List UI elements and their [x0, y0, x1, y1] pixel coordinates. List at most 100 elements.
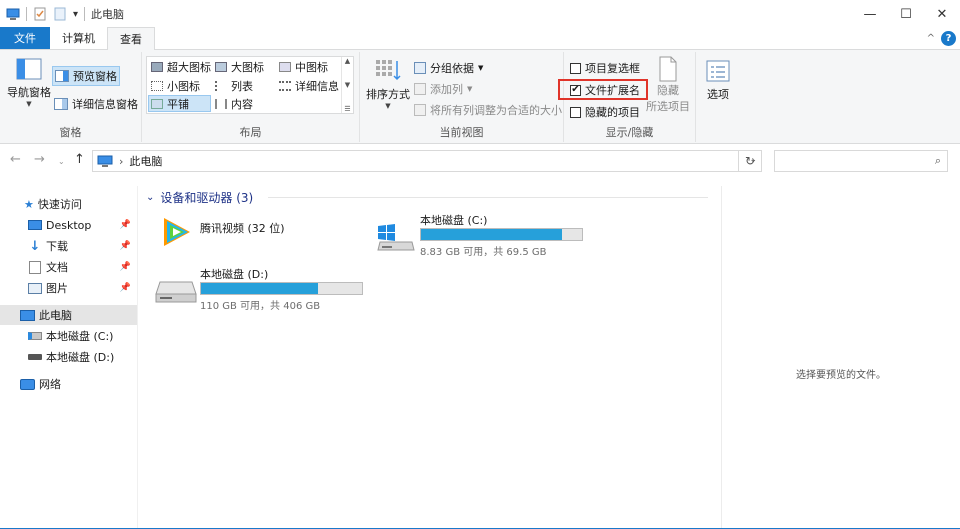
scroll-down-icon[interactable]: ▼: [345, 81, 350, 89]
pin-icon[interactable]: 📌: [120, 241, 131, 251]
section-header-devices[interactable]: ⌄ 设备和驱动器 (3): [146, 189, 253, 206]
sidebar-item-network[interactable]: 网络: [0, 374, 137, 394]
hide-selected-icon: [659, 56, 677, 82]
pictures-icon: [28, 282, 42, 294]
ribbon-tabs: 文件 计算机 查看 ^ ?: [0, 27, 960, 50]
list-icon: [215, 80, 227, 91]
sidebar-item-pictures[interactable]: 图片 📌: [0, 278, 137, 298]
pane-splitter[interactable]: [137, 186, 138, 529]
close-button[interactable]: ✕: [924, 0, 960, 28]
sidebar-label: 下载: [46, 240, 68, 253]
add-columns-button[interactable]: 添加列 ▼: [414, 81, 472, 97]
breadcrumb-this-pc[interactable]: 此电脑: [129, 153, 162, 169]
tencent-video-logo-icon: [164, 218, 190, 246]
layout-label: 内容: [231, 97, 253, 111]
layout-details[interactable]: 详细信息: [277, 77, 341, 94]
layout-scrollbar[interactable]: ▲ ▼ ☰: [341, 57, 353, 113]
divider: [26, 7, 27, 21]
details-pane-button[interactable]: 详细信息窗格: [54, 96, 138, 112]
hidden-items-toggle[interactable]: 隐藏的项目: [570, 104, 640, 120]
drive-d-usage-bar: [200, 282, 363, 295]
properties-icon[interactable]: [33, 7, 47, 21]
size-all-columns-label: 将所有列调整为合适的大小: [430, 104, 562, 117]
collapse-ribbon-icon[interactable]: ^: [927, 33, 935, 44]
size-all-columns-button[interactable]: 将所有列调整为合适的大小: [414, 102, 562, 118]
computer-icon: [6, 8, 20, 20]
expand-gallery-icon[interactable]: ☰: [344, 105, 350, 113]
sidebar-label: 此电脑: [39, 309, 72, 322]
qa-dropdown-icon[interactable]: ▾: [73, 9, 78, 20]
layout-list[interactable]: 列表: [213, 77, 255, 94]
recent-dropdown-icon[interactable]: ⌄: [58, 157, 65, 166]
up-arrow-icon[interactable]: ↑: [74, 152, 85, 167]
chevron-down-icon[interactable]: ⌄: [146, 192, 154, 203]
tencent-video-item[interactable]: 腾讯视频 (32 位): [156, 212, 356, 252]
drive-d-space-info: 110 GB 可用，共 406 GB: [200, 301, 321, 312]
layout-small-icons[interactable]: 小图标: [149, 77, 202, 94]
back-arrow-icon[interactable]: ←: [10, 152, 21, 167]
pin-icon[interactable]: 📌: [120, 283, 131, 293]
drive-c-item[interactable]: 本地磁盘 (C:) 8.83 GB 可用，共 69.5 GB: [372, 210, 592, 258]
sidebar-item-desktop[interactable]: Desktop 📌: [0, 215, 137, 235]
search-input[interactable]: ⌕: [774, 150, 948, 172]
drive-d-item[interactable]: 本地磁盘 (D:) 110 GB 可用，共 406 GB: [154, 264, 384, 312]
chevron-down-icon: ▼: [385, 102, 391, 110]
sort-by-button[interactable]: 排序方式 ▼: [366, 58, 410, 110]
sidebar-item-local-d[interactable]: 本地磁盘 (D:): [0, 347, 137, 367]
navigation-bar: ← → ⌄ ↑ › 此电脑 ⌄ ↻ ⌕: [0, 148, 960, 174]
pin-icon[interactable]: 📌: [120, 262, 131, 272]
tab-computer[interactable]: 计算机: [50, 27, 107, 49]
tab-file[interactable]: 文件: [0, 27, 50, 49]
chevron-down-icon: ▼: [26, 100, 32, 108]
hide-label: 隐藏: [657, 84, 679, 97]
tab-view[interactable]: 查看: [107, 27, 155, 50]
layout-medium-icons[interactable]: 中图标: [277, 58, 330, 75]
options-button[interactable]: 选项: [700, 60, 736, 102]
refresh-button[interactable]: ↻: [738, 150, 762, 172]
layout-content[interactable]: 内容: [213, 95, 255, 112]
medium-icons-icon: [279, 61, 291, 72]
checkbox[interactable]: [570, 62, 581, 74]
minimize-button[interactable]: —: [852, 0, 888, 28]
pin-icon[interactable]: 📌: [120, 220, 131, 230]
breadcrumb-separator-icon[interactable]: ›: [119, 155, 123, 168]
content-icon: [215, 98, 227, 109]
layout-label: 小图标: [167, 79, 200, 93]
layout-tiles[interactable]: 平铺: [148, 95, 211, 112]
preview-pane-button[interactable]: 预览窗格: [52, 66, 120, 86]
large-icons-icon: [215, 61, 227, 72]
forward-arrow-icon[interactable]: →: [34, 152, 45, 167]
sidebar-item-local-c[interactable]: 本地磁盘 (C:): [0, 326, 137, 346]
preview-pane-label: 预览窗格: [73, 70, 117, 83]
nav-pane-button[interactable]: 导航窗格 ▼: [6, 58, 52, 108]
chevron-down-icon: ▼: [478, 64, 484, 72]
scroll-up-icon[interactable]: ▲: [345, 57, 350, 65]
size-columns-icon: [414, 104, 426, 116]
drive-d-usage-fill: [201, 283, 319, 294]
help-icon[interactable]: ?: [941, 31, 956, 46]
new-folder-icon[interactable]: [53, 7, 67, 21]
sidebar-item-this-pc[interactable]: 此电脑: [0, 305, 137, 325]
layout-large-icons[interactable]: 大图标: [213, 58, 266, 75]
sidebar-item-quick-access[interactable]: ★ 快速访问: [0, 194, 137, 214]
item-checkboxes-toggle[interactable]: 项目复选框: [570, 60, 640, 76]
layout-extra-large-icons[interactable]: 超大图标: [149, 58, 213, 75]
title-bar: ▾ 此电脑 — ☐ ✕: [0, 0, 960, 28]
sidebar-label: 图片: [46, 282, 68, 295]
sidebar-item-downloads[interactable]: ↓ 下载 📌: [0, 236, 137, 256]
checkbox[interactable]: [570, 106, 581, 118]
annotation-highlight-box: [558, 79, 648, 100]
hide-selected-button[interactable]: 隐藏 所选项目: [644, 56, 692, 114]
document-icon: [29, 260, 41, 274]
network-icon: [20, 378, 35, 390]
search-icon[interactable]: ⌕: [935, 154, 941, 168]
address-bar[interactable]: › 此电脑 ⌄: [92, 150, 762, 172]
group-options: 选项: [696, 52, 740, 142]
maximize-button[interactable]: ☐: [888, 0, 924, 28]
layout-label: 中图标: [295, 60, 328, 74]
sidebar-item-documents[interactable]: 文档 📌: [0, 257, 137, 277]
group-by-button[interactable]: 分组依据 ▼: [414, 60, 483, 76]
layout-label: 大图标: [231, 60, 264, 74]
navigation-pane: ★ 快速访问 Desktop 📌 ↓ 下载 📌 文档 📌 图片 📌 此电脑 本地…: [0, 186, 137, 529]
extra-large-icons-icon: [151, 61, 163, 72]
